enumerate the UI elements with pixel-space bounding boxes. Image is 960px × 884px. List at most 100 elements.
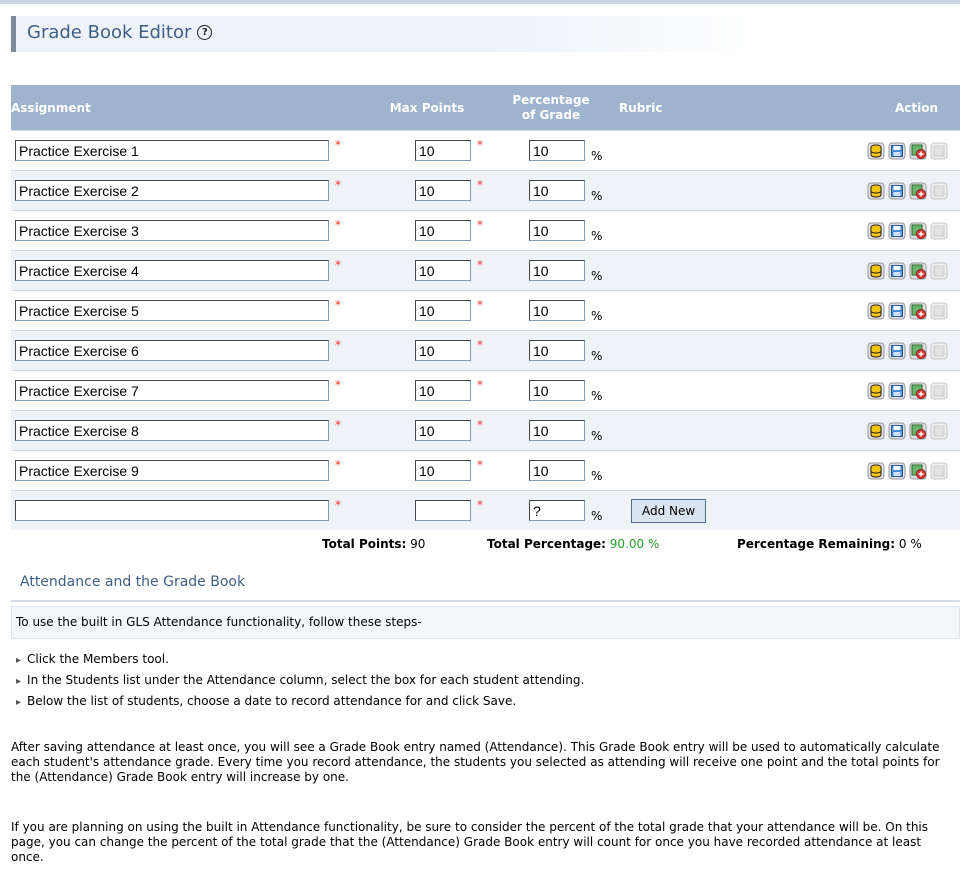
- save-icon[interactable]: [888, 222, 906, 240]
- database-icon[interactable]: [867, 382, 885, 400]
- required-marker: *: [335, 337, 341, 352]
- percentage-input[interactable]: [529, 380, 585, 401]
- grade-book-table: Assignment Max Points Percentage of Grad…: [11, 85, 960, 530]
- required-marker: *: [335, 297, 341, 312]
- table-row: * *%: [11, 130, 960, 171]
- required-marker: *: [335, 257, 341, 272]
- database-icon[interactable]: [867, 342, 885, 360]
- add-rubric-icon[interactable]: [909, 302, 927, 320]
- action-cell: [699, 450, 960, 491]
- assignment-name-input[interactable]: [15, 300, 329, 321]
- add-rubric-icon[interactable]: [909, 382, 927, 400]
- required-marker: *: [335, 137, 341, 152]
- add-rubric-icon[interactable]: [909, 342, 927, 360]
- disabled-icon: [930, 462, 948, 480]
- percent-sign: %: [591, 388, 603, 403]
- max-points-input[interactable]: [415, 420, 471, 441]
- save-icon[interactable]: [888, 262, 906, 280]
- new-percentage-input[interactable]: [529, 500, 585, 521]
- database-icon[interactable]: [867, 302, 885, 320]
- max-points-input[interactable]: [415, 140, 471, 161]
- percent-sign: %: [591, 228, 603, 243]
- percentage-input[interactable]: [529, 220, 585, 241]
- required-marker: *: [477, 457, 483, 472]
- required-marker: *: [477, 257, 483, 272]
- percentage-input[interactable]: [529, 260, 585, 281]
- max-points-input[interactable]: [415, 340, 471, 361]
- max-points-input[interactable]: [415, 380, 471, 401]
- action-cell: [699, 410, 960, 451]
- database-icon[interactable]: [867, 182, 885, 200]
- percentage-input[interactable]: [529, 180, 585, 201]
- assignment-name-input[interactable]: [15, 260, 329, 281]
- table-row: * *%: [11, 450, 960, 491]
- add-rubric-icon[interactable]: [909, 462, 927, 480]
- save-icon[interactable]: [888, 422, 906, 440]
- percent-sign: %: [591, 268, 603, 283]
- percentage-input[interactable]: [529, 300, 585, 321]
- assignment-name-input[interactable]: [15, 220, 329, 241]
- add-rubric-icon[interactable]: [909, 422, 927, 440]
- rubric-cell: [615, 250, 699, 291]
- save-icon[interactable]: [888, 342, 906, 360]
- page-title: Grade Book Editor?: [27, 22, 213, 43]
- assignment-name-input[interactable]: [15, 340, 329, 361]
- required-marker: *: [335, 457, 341, 472]
- assignment-name-input[interactable]: [15, 460, 329, 481]
- attendance-paragraph-2: If you are planning on using the built i…: [11, 820, 929, 864]
- action-cell: [699, 330, 960, 371]
- save-icon[interactable]: [888, 142, 906, 160]
- rubric-cell: [615, 130, 699, 171]
- add-rubric-icon[interactable]: [909, 142, 927, 160]
- save-icon[interactable]: [888, 462, 906, 480]
- save-icon[interactable]: [888, 382, 906, 400]
- max-points-input[interactable]: [415, 260, 471, 281]
- rubric-cell: [615, 330, 699, 371]
- percentage-input[interactable]: [529, 420, 585, 441]
- rubric-cell: [615, 170, 699, 211]
- assignment-name-input[interactable]: [15, 140, 329, 161]
- total-percentage: Total Percentage: 90.00 %: [487, 537, 660, 551]
- percent-sign: %: [591, 468, 603, 483]
- required-marker: *: [335, 377, 341, 392]
- max-points-input[interactable]: [415, 220, 471, 241]
- required-marker: *: [477, 417, 483, 432]
- list-item: Below the list of students, choose a dat…: [16, 694, 584, 715]
- disabled-icon: [930, 182, 948, 200]
- add-rubric-icon[interactable]: [909, 222, 927, 240]
- column-header-max-points: Max Points: [367, 85, 487, 131]
- required-marker: *: [335, 417, 341, 432]
- save-icon[interactable]: [888, 182, 906, 200]
- disabled-icon: [930, 382, 948, 400]
- total-points: Total Points: 90: [322, 537, 426, 551]
- section-divider: [11, 600, 960, 602]
- database-icon[interactable]: [867, 422, 885, 440]
- add-rubric-icon[interactable]: [909, 182, 927, 200]
- percentage-input[interactable]: [529, 460, 585, 481]
- rubric-cell: [615, 210, 699, 251]
- max-points-input[interactable]: [415, 180, 471, 201]
- required-marker: *: [335, 217, 341, 232]
- new-max-points-input[interactable]: [415, 500, 471, 521]
- database-icon[interactable]: [867, 262, 885, 280]
- max-points-input[interactable]: [415, 300, 471, 321]
- database-icon[interactable]: [867, 222, 885, 240]
- assignment-name-input[interactable]: [15, 180, 329, 201]
- add-rubric-icon[interactable]: [909, 262, 927, 280]
- disabled-icon: [930, 422, 948, 440]
- percentage-remaining: Percentage Remaining: 0 %: [737, 537, 922, 551]
- new-assignment-name-input[interactable]: [15, 500, 329, 521]
- assignment-name-input[interactable]: [15, 380, 329, 401]
- database-icon[interactable]: [867, 462, 885, 480]
- column-header-percentage: Percentage of Grade: [487, 85, 615, 131]
- action-cell: [699, 130, 960, 171]
- question-circle-icon[interactable]: ?: [197, 25, 213, 40]
- assignment-name-input[interactable]: [15, 420, 329, 441]
- max-points-input[interactable]: [415, 460, 471, 481]
- disabled-icon: [930, 342, 948, 360]
- save-icon[interactable]: [888, 302, 906, 320]
- add-new-button[interactable]: Add New: [631, 498, 707, 523]
- percentage-input[interactable]: [529, 340, 585, 361]
- database-icon[interactable]: [867, 142, 885, 160]
- percentage-input[interactable]: [529, 140, 585, 161]
